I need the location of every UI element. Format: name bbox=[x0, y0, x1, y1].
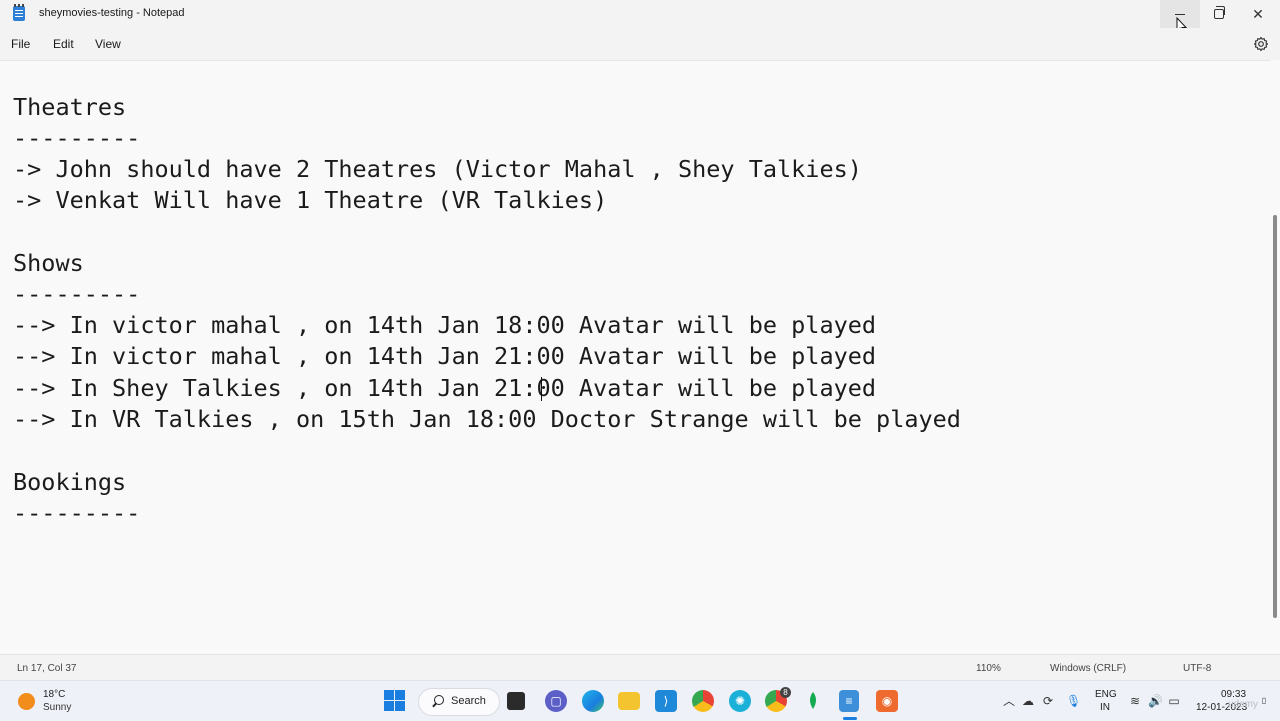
close-icon: ✕ bbox=[1252, 6, 1264, 22]
minimize-icon bbox=[1175, 13, 1185, 15]
postman-icon[interactable]: ◉ bbox=[876, 690, 898, 712]
menu-bar: File Edit View bbox=[0, 28, 1280, 60]
editor-line: --------- bbox=[13, 280, 141, 308]
gear-icon[interactable] bbox=[1253, 36, 1269, 52]
restore-icon bbox=[1214, 6, 1225, 19]
line-ending: Windows (CRLF) bbox=[1050, 663, 1127, 674]
weather-temperature[interactable]: 18°C bbox=[43, 689, 65, 700]
file-explorer-icon[interactable] bbox=[618, 692, 640, 710]
microphone-icon[interactable]: 🎙 bbox=[1066, 695, 1081, 707]
language-region[interactable]: IN bbox=[1100, 702, 1110, 713]
close-button[interactable]: ✕ bbox=[1238, 0, 1278, 28]
editor-line: --------- bbox=[13, 124, 141, 152]
editor-line: --> In VR Talkies , on 15th Jan 18:00 Do… bbox=[13, 405, 961, 433]
udemy-watermark: udemy bbox=[1228, 699, 1259, 710]
task-view-icon[interactable] bbox=[507, 692, 525, 710]
bitdefender-icon[interactable]: ✺ bbox=[729, 690, 751, 712]
language-code[interactable]: ENG bbox=[1095, 689, 1117, 700]
show-desktop-icon[interactable]: ▯ bbox=[1258, 695, 1270, 707]
menu-edit[interactable]: Edit bbox=[51, 37, 76, 51]
cloud-icon[interactable]: ☁ bbox=[1022, 695, 1034, 707]
battery-icon[interactable]: ▭ bbox=[1168, 695, 1180, 707]
editor-line: --> In Shey Talkies , on 14th Jan 21:00 … bbox=[13, 374, 877, 402]
editor-line: -> Venkat Will have 1 Theatre (VR Talkie… bbox=[13, 186, 608, 214]
chevron-up-icon[interactable]: ︿ bbox=[1003, 695, 1015, 707]
mongodb-icon[interactable] bbox=[802, 690, 824, 712]
status-bar: Ln 17, Col 37 110% Windows (CRLF) UTF-8 bbox=[0, 654, 1280, 681]
taskbar: 18°C Sunny Search ▢ ⟩ ✺ 8 ≡ ◉ ︿ ☁ ⟳ 🎙 EN… bbox=[0, 680, 1280, 721]
menu-file[interactable]: File bbox=[9, 37, 32, 51]
text-caret bbox=[541, 377, 542, 401]
sync-icon[interactable]: ⟳ bbox=[1042, 695, 1054, 707]
search-icon bbox=[434, 695, 444, 705]
taskbar-search[interactable]: Search bbox=[418, 688, 500, 716]
notepad-icon[interactable]: ≡ bbox=[839, 690, 859, 712]
chrome-icon[interactable] bbox=[692, 690, 714, 712]
text-editor[interactable]: Theatres --------- -> John should have 2… bbox=[0, 60, 1280, 655]
editor-line: Bookings bbox=[13, 468, 127, 496]
restore-button[interactable] bbox=[1199, 0, 1239, 28]
wifi-icon[interactable]: ≋ bbox=[1129, 695, 1141, 707]
scrollbar-thumb[interactable] bbox=[1273, 215, 1277, 618]
editor-line: --------- bbox=[13, 499, 141, 527]
notification-badge: 8 bbox=[780, 687, 791, 698]
weather-description[interactable]: Sunny bbox=[43, 702, 71, 713]
start-icon[interactable] bbox=[384, 690, 405, 711]
volume-icon[interactable]: 🔊 bbox=[1148, 695, 1163, 707]
menu-view[interactable]: View bbox=[93, 37, 123, 51]
zoom-level: 110% bbox=[976, 663, 1001, 674]
editor-line: --> In victor mahal , on 14th Jan 18:00 … bbox=[13, 311, 877, 339]
weather-sun-icon[interactable] bbox=[18, 693, 35, 710]
search-label: Search bbox=[451, 695, 486, 707]
title-bar: sheymovies-testing - Notepad ✕ bbox=[0, 0, 1280, 28]
edge-icon[interactable] bbox=[582, 690, 604, 712]
cursor-position: Ln 17, Col 37 bbox=[17, 663, 77, 674]
editor-line: -> John should have 2 Theatres (Victor M… bbox=[13, 155, 862, 183]
window-title: sheymovies-testing - Notepad bbox=[39, 7, 185, 19]
editor-line: Theatres bbox=[13, 93, 127, 121]
encoding: UTF-8 bbox=[1183, 663, 1212, 674]
editor-line: --> In victor mahal , on 14th Jan 21:00 … bbox=[13, 342, 877, 370]
vscode-icon[interactable]: ⟩ bbox=[655, 690, 677, 712]
editor-line: Shows bbox=[13, 249, 84, 277]
meet-icon[interactable]: ▢ bbox=[545, 690, 567, 712]
notepad-app-icon bbox=[13, 4, 25, 21]
